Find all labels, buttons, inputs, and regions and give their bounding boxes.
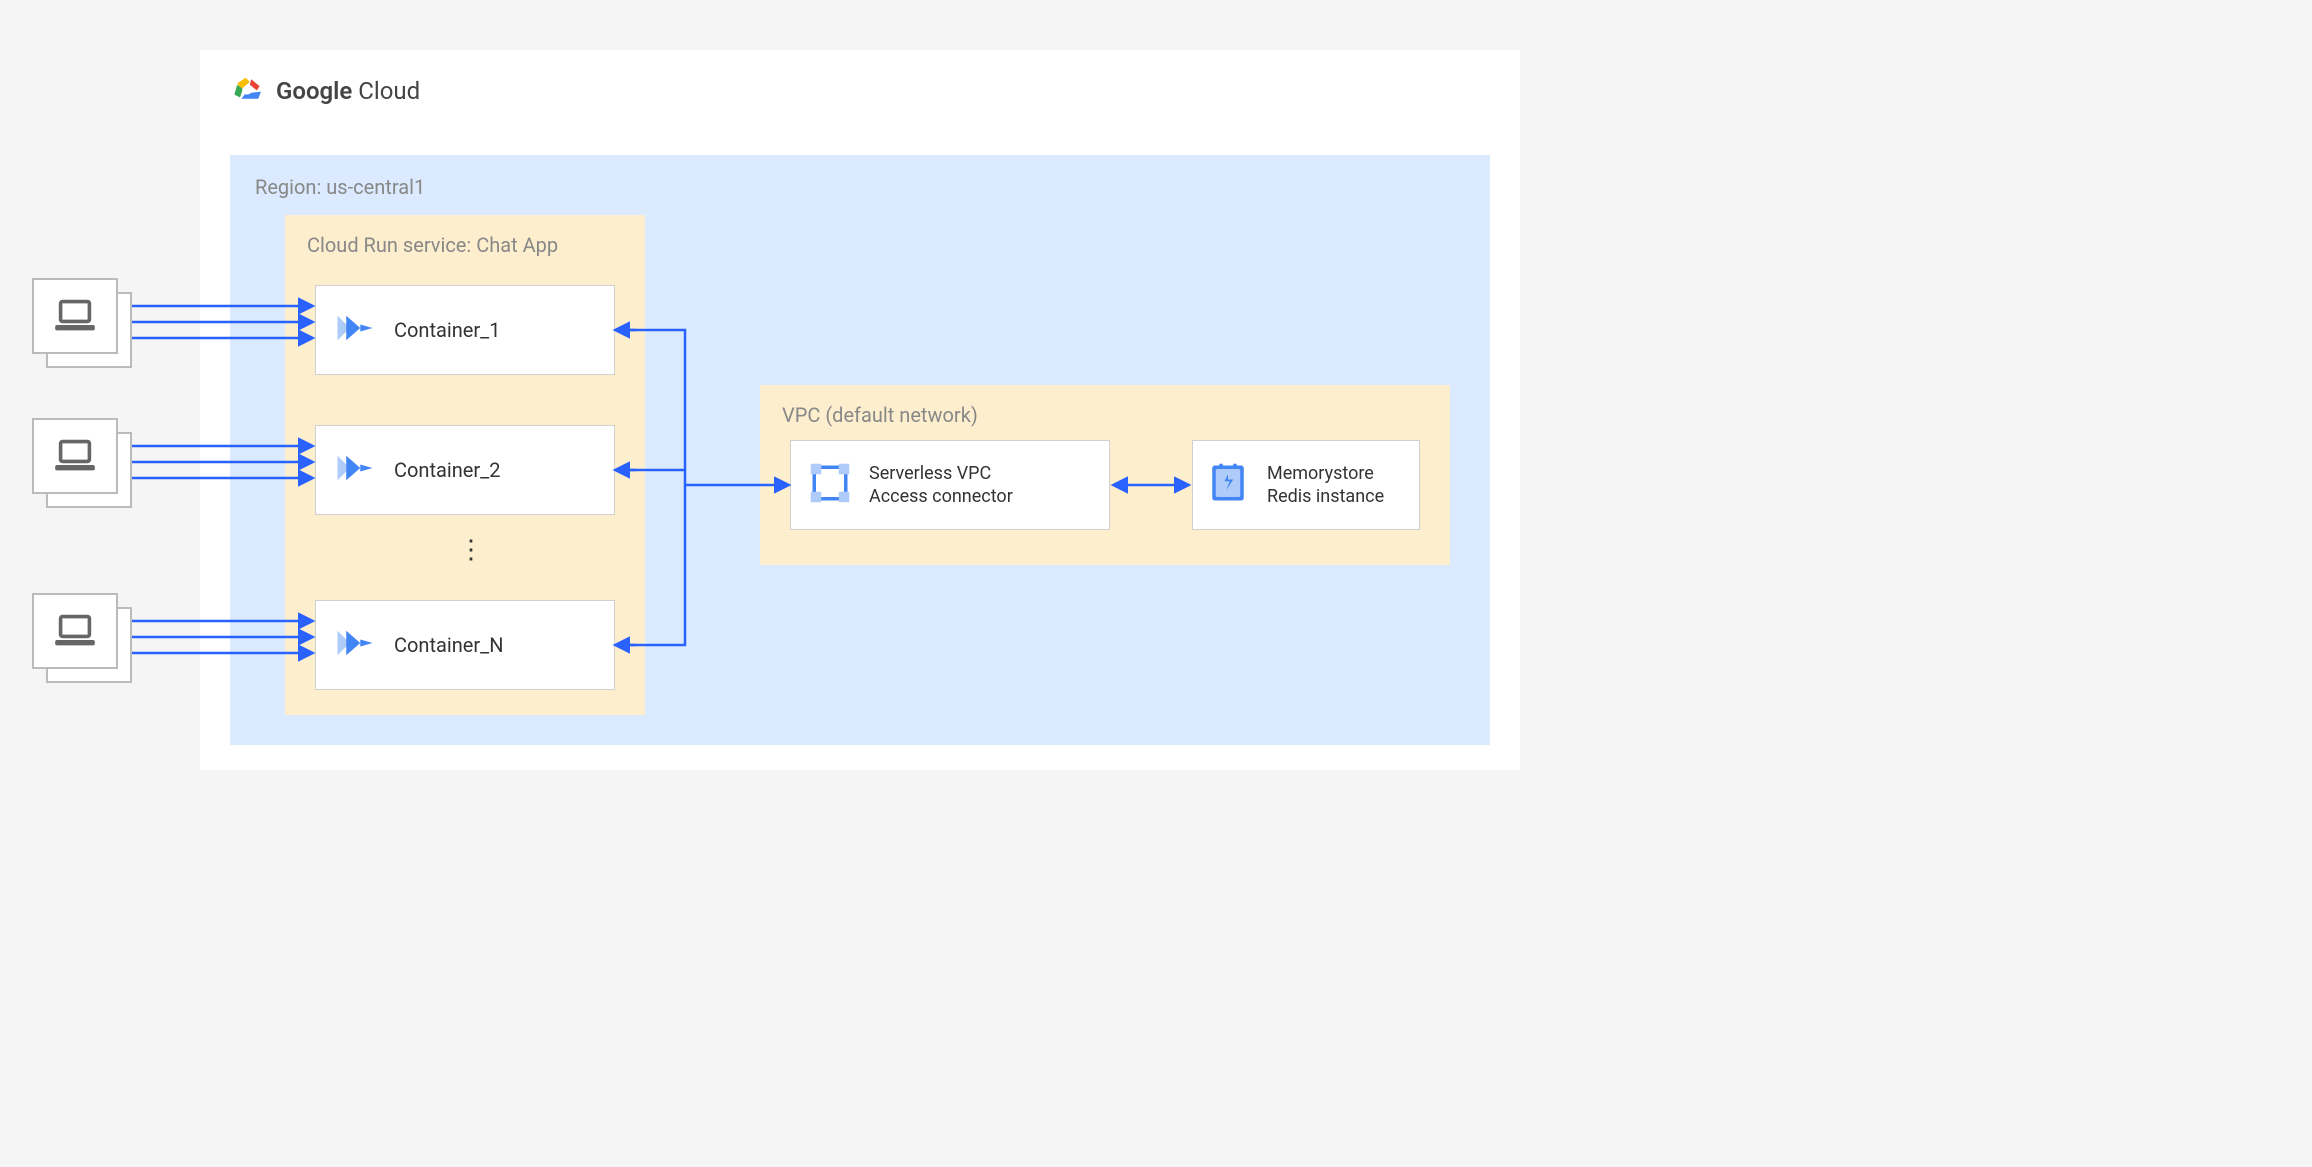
cloud-run-icon <box>334 307 376 353</box>
container-n-label: Container_N <box>394 633 503 657</box>
cloud-run-label: Cloud Run service: Chat App <box>307 233 623 257</box>
vpc-connector-line1: Serverless VPC <box>869 462 1013 485</box>
diagram-canvas: Google Cloud Region: us-central1 Cloud R… <box>20 20 1560 800</box>
laptop-icon <box>32 278 118 354</box>
memorystore-icon <box>1207 462 1249 508</box>
client-group-3 <box>32 593 122 673</box>
laptop-icon <box>32 418 118 494</box>
memorystore-redis-box: Memorystore Redis instance <box>1192 440 1420 530</box>
region-label: Region: us-central1 <box>255 175 1465 199</box>
vpc-label: VPC (default network) <box>782 403 1428 427</box>
brand-bold: Google <box>276 77 352 105</box>
cloud-header: Google Cloud <box>230 75 1490 107</box>
redis-line1: Memorystore <box>1267 462 1384 485</box>
cloud-run-icon <box>334 622 376 668</box>
vpc-connector-icon <box>809 462 851 508</box>
container-2-label: Container_2 <box>394 458 500 482</box>
vpc-connector-box: Serverless VPC Access connector <box>790 440 1110 530</box>
vpc-connector-label: Serverless VPC Access connector <box>869 462 1013 509</box>
container-1-label: Container_1 <box>394 318 500 342</box>
container-2-box: Container_2 <box>315 425 615 515</box>
redis-line2: Redis instance <box>1267 485 1384 508</box>
laptop-icon <box>32 593 118 669</box>
vpc-connector-line2: Access connector <box>869 485 1013 508</box>
redis-label: Memorystore Redis instance <box>1267 462 1384 509</box>
client-group-2 <box>32 418 122 498</box>
vertical-ellipsis-icon: ⋮ <box>458 535 486 565</box>
cloud-title: Google Cloud <box>276 77 420 105</box>
google-cloud-logo-icon <box>230 75 264 107</box>
container-n-box: Container_N <box>315 600 615 690</box>
container-1-box: Container_1 <box>315 285 615 375</box>
brand-light: Cloud <box>358 77 420 105</box>
cloud-run-icon <box>334 447 376 493</box>
client-group-1 <box>32 278 122 358</box>
